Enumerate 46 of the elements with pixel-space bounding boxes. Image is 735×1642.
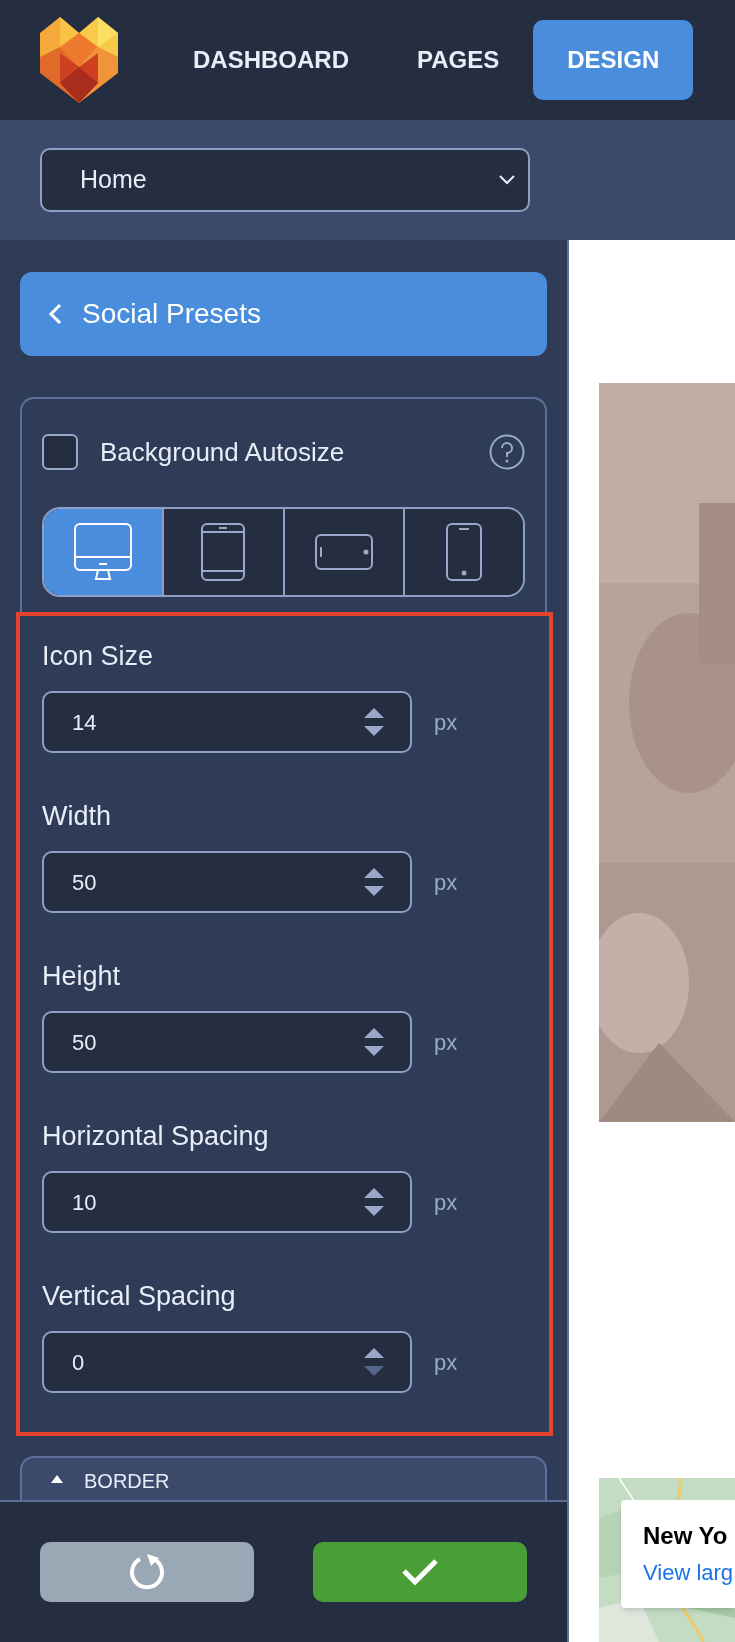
unit-label: px bbox=[434, 1188, 458, 1217]
device-tab[interactable] bbox=[282, 509, 403, 595]
stepper-icon[interactable] bbox=[364, 866, 384, 898]
device-tab[interactable] bbox=[44, 509, 163, 595]
number-field[interactable]: 14 bbox=[42, 691, 412, 753]
chevron-down-icon bbox=[498, 174, 516, 186]
check-icon bbox=[401, 1558, 439, 1586]
refresh-icon bbox=[127, 1552, 167, 1592]
nav-tab[interactable]: PAGES bbox=[383, 20, 534, 100]
popup-title: New Yo bbox=[643, 1521, 728, 1551]
map-link[interactable]: View larg bbox=[643, 1556, 734, 1589]
number-field[interactable]: 50 bbox=[42, 851, 412, 913]
field-label: Horizontal Spacing bbox=[42, 1120, 269, 1153]
field-value: 14 bbox=[72, 708, 98, 737]
nav-tab[interactable]: DASHBOARD bbox=[159, 20, 383, 100]
unit-label: px bbox=[434, 1028, 458, 1057]
landscape-phone-icon bbox=[313, 533, 374, 571]
field-label: Vertical Spacing bbox=[42, 1280, 236, 1313]
number-field[interactable]: 10 bbox=[42, 1171, 412, 1233]
device-tab[interactable] bbox=[402, 509, 523, 595]
checkbox-label: Background Autosize bbox=[100, 435, 346, 469]
stepper-icon[interactable] bbox=[364, 706, 384, 738]
stepper-icon[interactable] bbox=[364, 1186, 384, 1218]
field-value: 50 bbox=[72, 868, 98, 897]
chevron-left-icon bbox=[48, 303, 62, 325]
checkbox[interactable] bbox=[42, 434, 78, 470]
caret-up-icon bbox=[50, 1474, 64, 1484]
section-header[interactable]: BORDER bbox=[20, 1456, 547, 1500]
unit-label: px bbox=[434, 708, 458, 737]
field-value: 50 bbox=[72, 1028, 98, 1057]
unit-label: px bbox=[434, 868, 458, 897]
device-tab[interactable] bbox=[162, 509, 283, 595]
field-value: 10 bbox=[72, 1188, 98, 1217]
field-label: Icon Size bbox=[42, 640, 154, 673]
stepper-icon[interactable] bbox=[364, 1026, 384, 1058]
help-icon[interactable] bbox=[489, 434, 525, 470]
field-value: 0 bbox=[72, 1348, 86, 1377]
tablet-icon bbox=[200, 522, 247, 582]
unit-label: px bbox=[434, 1348, 458, 1377]
phone-icon bbox=[444, 522, 483, 582]
number-field[interactable]: 0 bbox=[42, 1331, 412, 1393]
page-select[interactable]: Home bbox=[40, 148, 530, 212]
field-label: Width bbox=[42, 800, 112, 833]
desktop-icon bbox=[73, 522, 134, 582]
number-field[interactable]: 50 bbox=[42, 1011, 412, 1073]
field-label: Height bbox=[42, 960, 121, 993]
